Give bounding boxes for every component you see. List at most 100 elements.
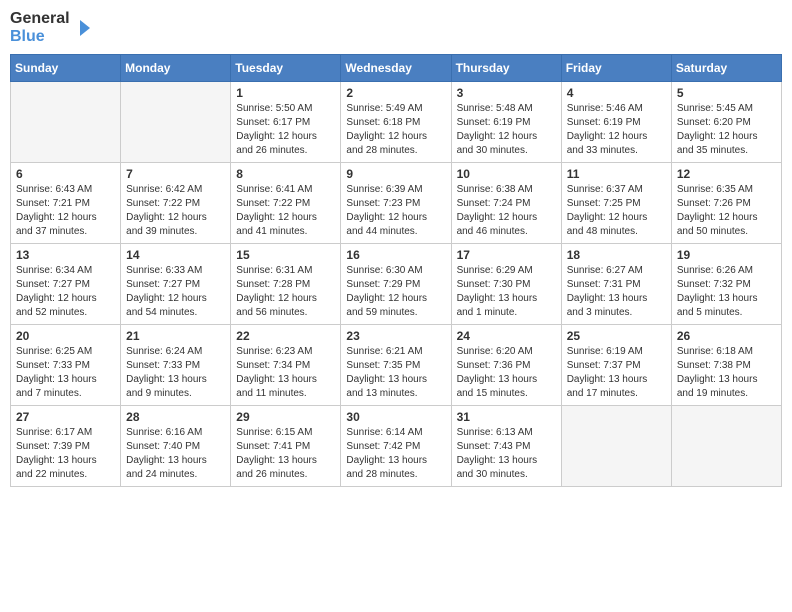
sunset-text: Sunset: 7:21 PM [16,197,115,211]
daylight-text: Daylight: 12 hours and 52 minutes. [16,292,115,320]
day-info: Sunrise: 6:29 AMSunset: 7:30 PMDaylight:… [457,264,556,320]
calendar-cell: 30Sunrise: 6:14 AMSunset: 7:42 PMDayligh… [341,406,451,487]
daylight-text: Daylight: 12 hours and 54 minutes. [126,292,225,320]
calendar-cell [671,406,781,487]
weekday-header: Sunday [11,55,121,82]
sunrise-text: Sunrise: 6:26 AM [677,264,776,278]
day-number: 29 [236,410,335,424]
day-number: 7 [126,167,225,181]
logo-general: General [10,10,70,28]
calendar-cell: 2 Sunrise: 5:49 AMSunset: 6:18 PMDaylight… [341,82,451,163]
sunrise-text: Sunrise: 6:34 AM [16,264,115,278]
day-info: Sunrise: 6:16 AMSunset: 7:40 PMDaylight:… [126,426,225,482]
day-number: 6 [16,167,115,181]
daylight-text: Daylight: 13 hours and 7 minutes. [16,373,115,401]
sunrise-text: Sunrise: 6:16 AM [126,426,225,440]
sunset-text: Sunset: 7:25 PM [567,197,666,211]
day-info: Sunrise: 6:17 AMSunset: 7:39 PMDaylight:… [16,426,115,482]
sunset-text: Sunset: 7:29 PM [346,278,445,292]
sunrise-text: Sunrise: 6:17 AM [16,426,115,440]
sunset-text: Sunset: 7:31 PM [567,278,666,292]
calendar-cell: 23Sunrise: 6:21 AMSunset: 7:35 PMDayligh… [341,325,451,406]
day-info: Sunrise: 6:38 AMSunset: 7:24 PMDaylight:… [457,183,556,239]
day-number: 13 [16,248,115,262]
calendar-week-row: 13Sunrise: 6:34 AMSunset: 7:27 PMDayligh… [11,244,782,325]
day-number: 14 [126,248,225,262]
calendar-week-row: 20Sunrise: 6:25 AMSunset: 7:33 PMDayligh… [11,325,782,406]
day-info: Sunrise: 6:24 AMSunset: 7:33 PMDaylight:… [126,345,225,401]
calendar-cell: 29Sunrise: 6:15 AMSunset: 7:41 PMDayligh… [231,406,341,487]
day-info: Sunrise: 6:18 AMSunset: 7:38 PMDaylight:… [677,345,776,401]
sunset-text: Sunset: 7:34 PM [236,359,335,373]
sunset-text: Sunset: 7:33 PM [16,359,115,373]
day-info: Sunrise: 5:49 AMSunset: 6:18 PMDaylight:… [346,102,445,158]
daylight-text: Daylight: 13 hours and 28 minutes. [346,454,445,482]
daylight-text: Daylight: 12 hours and 37 minutes. [16,211,115,239]
sunset-text: Sunset: 7:36 PM [457,359,556,373]
daylight-text: Daylight: 12 hours and 48 minutes. [567,211,666,239]
daylight-text: Daylight: 12 hours and 41 minutes. [236,211,335,239]
sunset-text: Sunset: 6:19 PM [567,116,666,130]
sunrise-text: Sunrise: 6:14 AM [346,426,445,440]
sunrise-text: Sunrise: 6:35 AM [677,183,776,197]
day-number: 22 [236,329,335,343]
day-info: Sunrise: 5:46 AMSunset: 6:19 PMDaylight:… [567,102,666,158]
day-info: Sunrise: 6:21 AMSunset: 7:35 PMDaylight:… [346,345,445,401]
day-number: 2 [346,86,445,100]
day-number: 5 [677,86,776,100]
daylight-text: Daylight: 12 hours and 28 minutes. [346,130,445,158]
logo-blue: Blue [10,28,70,46]
sunset-text: Sunset: 7:42 PM [346,440,445,454]
sunrise-text: Sunrise: 6:19 AM [567,345,666,359]
sunrise-text: Sunrise: 6:20 AM [457,345,556,359]
day-number: 21 [126,329,225,343]
day-info: Sunrise: 6:31 AMSunset: 7:28 PMDaylight:… [236,264,335,320]
calendar-cell [561,406,671,487]
daylight-text: Daylight: 13 hours and 9 minutes. [126,373,225,401]
calendar-cell [121,82,231,163]
calendar-cell: 9Sunrise: 6:39 AMSunset: 7:23 PMDaylight… [341,163,451,244]
day-number: 19 [677,248,776,262]
calendar-cell: 1Sunrise: 5:50 AMSunset: 6:17 PMDaylight… [231,82,341,163]
day-number: 9 [346,167,445,181]
day-number: 26 [677,329,776,343]
calendar-cell: 19 Sunrise: 6:26 AMSunset: 7:32 PMDayligh… [671,244,781,325]
day-info: Sunrise: 6:37 AMSunset: 7:25 PMDaylight:… [567,183,666,239]
daylight-text: Daylight: 12 hours and 44 minutes. [346,211,445,239]
calendar-week-row: 1Sunrise: 5:50 AMSunset: 6:17 PMDaylight… [11,82,782,163]
sunset-text: Sunset: 7:23 PM [346,197,445,211]
calendar-cell: 31Sunrise: 6:13 AMSunset: 7:43 PMDayligh… [451,406,561,487]
sunset-text: Sunset: 7:24 PM [457,197,556,211]
weekday-header: Friday [561,55,671,82]
daylight-text: Daylight: 13 hours and 13 minutes. [346,373,445,401]
daylight-text: Daylight: 12 hours and 30 minutes. [457,130,556,158]
calendar-week-row: 6 Sunrise: 6:43 AMSunset: 7:21 PMDaylight… [11,163,782,244]
sunset-text: Sunset: 7:38 PM [677,359,776,373]
weekday-header: Saturday [671,55,781,82]
weekday-header: Monday [121,55,231,82]
day-info: Sunrise: 6:27 AMSunset: 7:31 PMDaylight:… [567,264,666,320]
calendar-cell: 14Sunrise: 6:33 AMSunset: 7:27 PMDayligh… [121,244,231,325]
sunrise-text: Sunrise: 6:18 AM [677,345,776,359]
sunrise-text: Sunrise: 6:24 AM [126,345,225,359]
daylight-text: Daylight: 13 hours and 1 minute. [457,292,556,320]
sunset-text: Sunset: 7:33 PM [126,359,225,373]
day-info: Sunrise: 6:26 AMSunset: 7:32 PMDaylight:… [677,264,776,320]
calendar-cell: 24Sunrise: 6:20 AMSunset: 7:36 PMDayligh… [451,325,561,406]
day-number: 3 [457,86,556,100]
daylight-text: Daylight: 12 hours and 50 minutes. [677,211,776,239]
calendar-cell: 17Sunrise: 6:29 AMSunset: 7:30 PMDayligh… [451,244,561,325]
daylight-text: Daylight: 13 hours and 30 minutes. [457,454,556,482]
calendar-cell: 6 Sunrise: 6:43 AMSunset: 7:21 PMDaylight… [11,163,121,244]
sunrise-text: Sunrise: 6:15 AM [236,426,335,440]
day-number: 10 [457,167,556,181]
sunset-text: Sunset: 6:17 PM [236,116,335,130]
daylight-text: Daylight: 12 hours and 59 minutes. [346,292,445,320]
page-header: General Blue [10,10,782,46]
daylight-text: Daylight: 12 hours and 33 minutes. [567,130,666,158]
day-info: Sunrise: 6:20 AMSunset: 7:36 PMDaylight:… [457,345,556,401]
calendar-cell [11,82,121,163]
calendar-cell: 28Sunrise: 6:16 AMSunset: 7:40 PMDayligh… [121,406,231,487]
day-info: Sunrise: 6:43 AMSunset: 7:21 PMDaylight:… [16,183,115,239]
calendar-cell: 26 Sunrise: 6:18 AMSunset: 7:38 PMDayligh… [671,325,781,406]
